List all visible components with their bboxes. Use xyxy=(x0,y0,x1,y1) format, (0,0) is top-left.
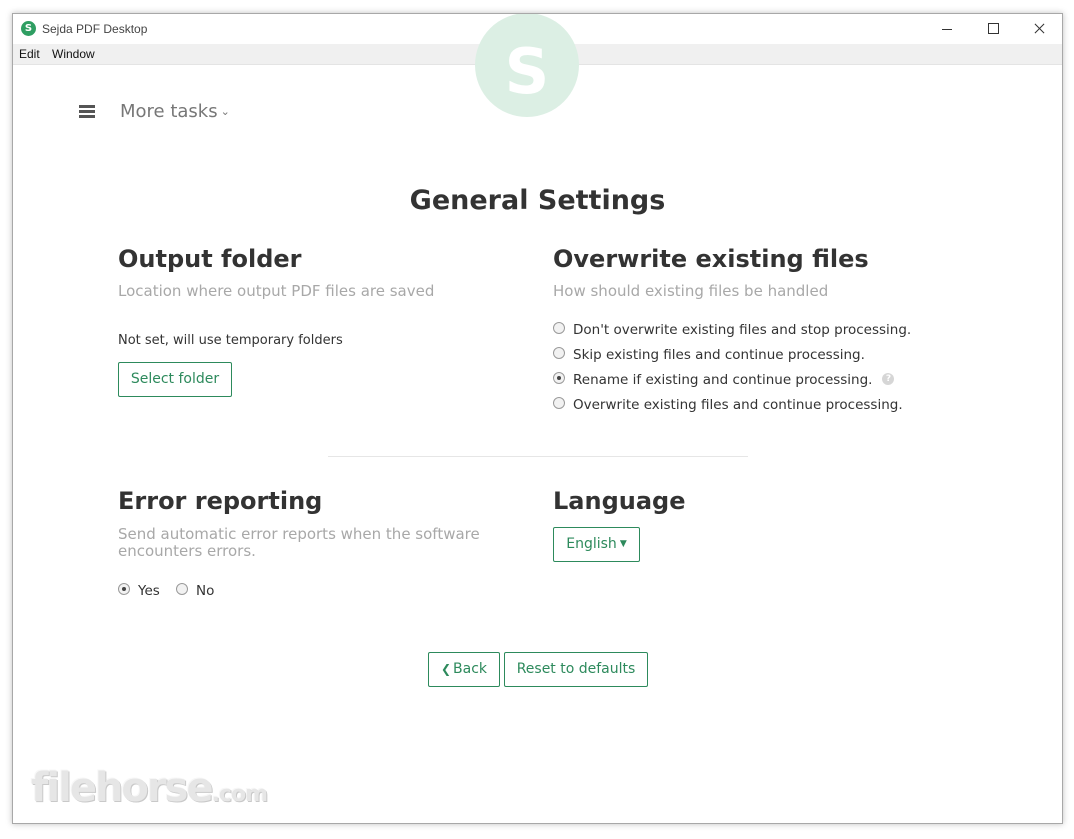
radio-button-selected[interactable] xyxy=(118,583,130,595)
output-folder-status: Not set, will use temporary folders xyxy=(118,333,343,348)
close-button[interactable] xyxy=(1016,14,1062,44)
logo-letter: S xyxy=(504,35,550,108)
output-folder-title: Output folder xyxy=(118,245,302,273)
overwrite-option-overwrite[interactable]: Overwrite existing files and continue pr… xyxy=(553,397,903,413)
minimize-button[interactable] xyxy=(924,14,970,44)
overwrite-option-rename[interactable]: Rename if existing and continue processi… xyxy=(553,372,895,388)
reset-defaults-button[interactable]: Reset to defaults xyxy=(504,652,648,687)
radio-button[interactable] xyxy=(553,397,565,409)
app-window: S Sejda PDF Desktop Edit Window S More t… xyxy=(12,13,1063,824)
option-label: Skip existing files and continue process… xyxy=(573,347,865,363)
chevron-left-icon: ❮ xyxy=(440,662,452,676)
error-reporting-title: Error reporting xyxy=(118,487,323,515)
error-reporting-yes[interactable]: Yes xyxy=(118,583,160,599)
more-tasks-label: More tasks xyxy=(120,101,218,122)
radio-button[interactable] xyxy=(553,347,565,359)
option-label: Don't overwrite existing files and stop … xyxy=(573,322,912,338)
error-reporting-no[interactable]: No xyxy=(176,583,214,599)
sejda-logo: S xyxy=(475,14,579,117)
radio-button[interactable] xyxy=(176,583,188,595)
select-folder-button[interactable]: Select folder xyxy=(118,362,232,397)
settings-page: S More tasks ⌄ General Settings Output fo… xyxy=(13,14,1062,823)
window-title: Sejda PDF Desktop xyxy=(42,22,148,36)
hamburger-menu-icon[interactable] xyxy=(79,105,95,119)
back-label: Back xyxy=(453,661,488,677)
language-dropdown[interactable]: English ▼ xyxy=(553,527,640,562)
option-label: No xyxy=(196,583,215,599)
maximize-button[interactable] xyxy=(970,14,1016,44)
watermark-suffix: .com xyxy=(211,782,268,807)
option-label: Yes xyxy=(138,583,160,599)
language-title: Language xyxy=(553,487,686,515)
overwrite-option-stop[interactable]: Don't overwrite existing files and stop … xyxy=(553,322,911,338)
help-icon[interactable]: ? xyxy=(882,373,895,385)
watermark-text: filehorse xyxy=(31,765,214,811)
language-selected: English xyxy=(566,536,617,552)
page-title: General Settings xyxy=(409,185,666,216)
back-button[interactable]: ❮ Back xyxy=(428,652,500,687)
error-reporting-subtitle-line1: Send automatic error reports when the so… xyxy=(118,525,480,543)
menu-edit[interactable]: Edit xyxy=(19,47,40,61)
sejda-app-icon: S xyxy=(21,21,36,36)
overwrite-subtitle: How should existing files be handled xyxy=(553,282,829,300)
menu-window[interactable]: Window xyxy=(52,47,95,61)
more-tasks-dropdown[interactable]: More tasks ⌄ xyxy=(120,101,230,122)
option-label: Rename if existing and continue processi… xyxy=(573,372,873,388)
chevron-down-icon: ⌄ xyxy=(220,105,230,118)
section-divider xyxy=(328,456,748,457)
output-folder-subtitle: Location where output PDF files are save… xyxy=(118,282,435,300)
error-reporting-subtitle-line2: encounters errors. xyxy=(118,542,256,560)
radio-button[interactable] xyxy=(553,322,565,334)
radio-button-selected[interactable] xyxy=(553,372,565,384)
overwrite-option-skip[interactable]: Skip existing files and continue process… xyxy=(553,347,865,363)
overwrite-title: Overwrite existing files xyxy=(553,245,869,273)
filehorse-watermark: filehorse.com xyxy=(31,765,268,811)
caret-down-icon: ▼ xyxy=(619,539,627,549)
option-label: Overwrite existing files and continue pr… xyxy=(573,397,903,413)
